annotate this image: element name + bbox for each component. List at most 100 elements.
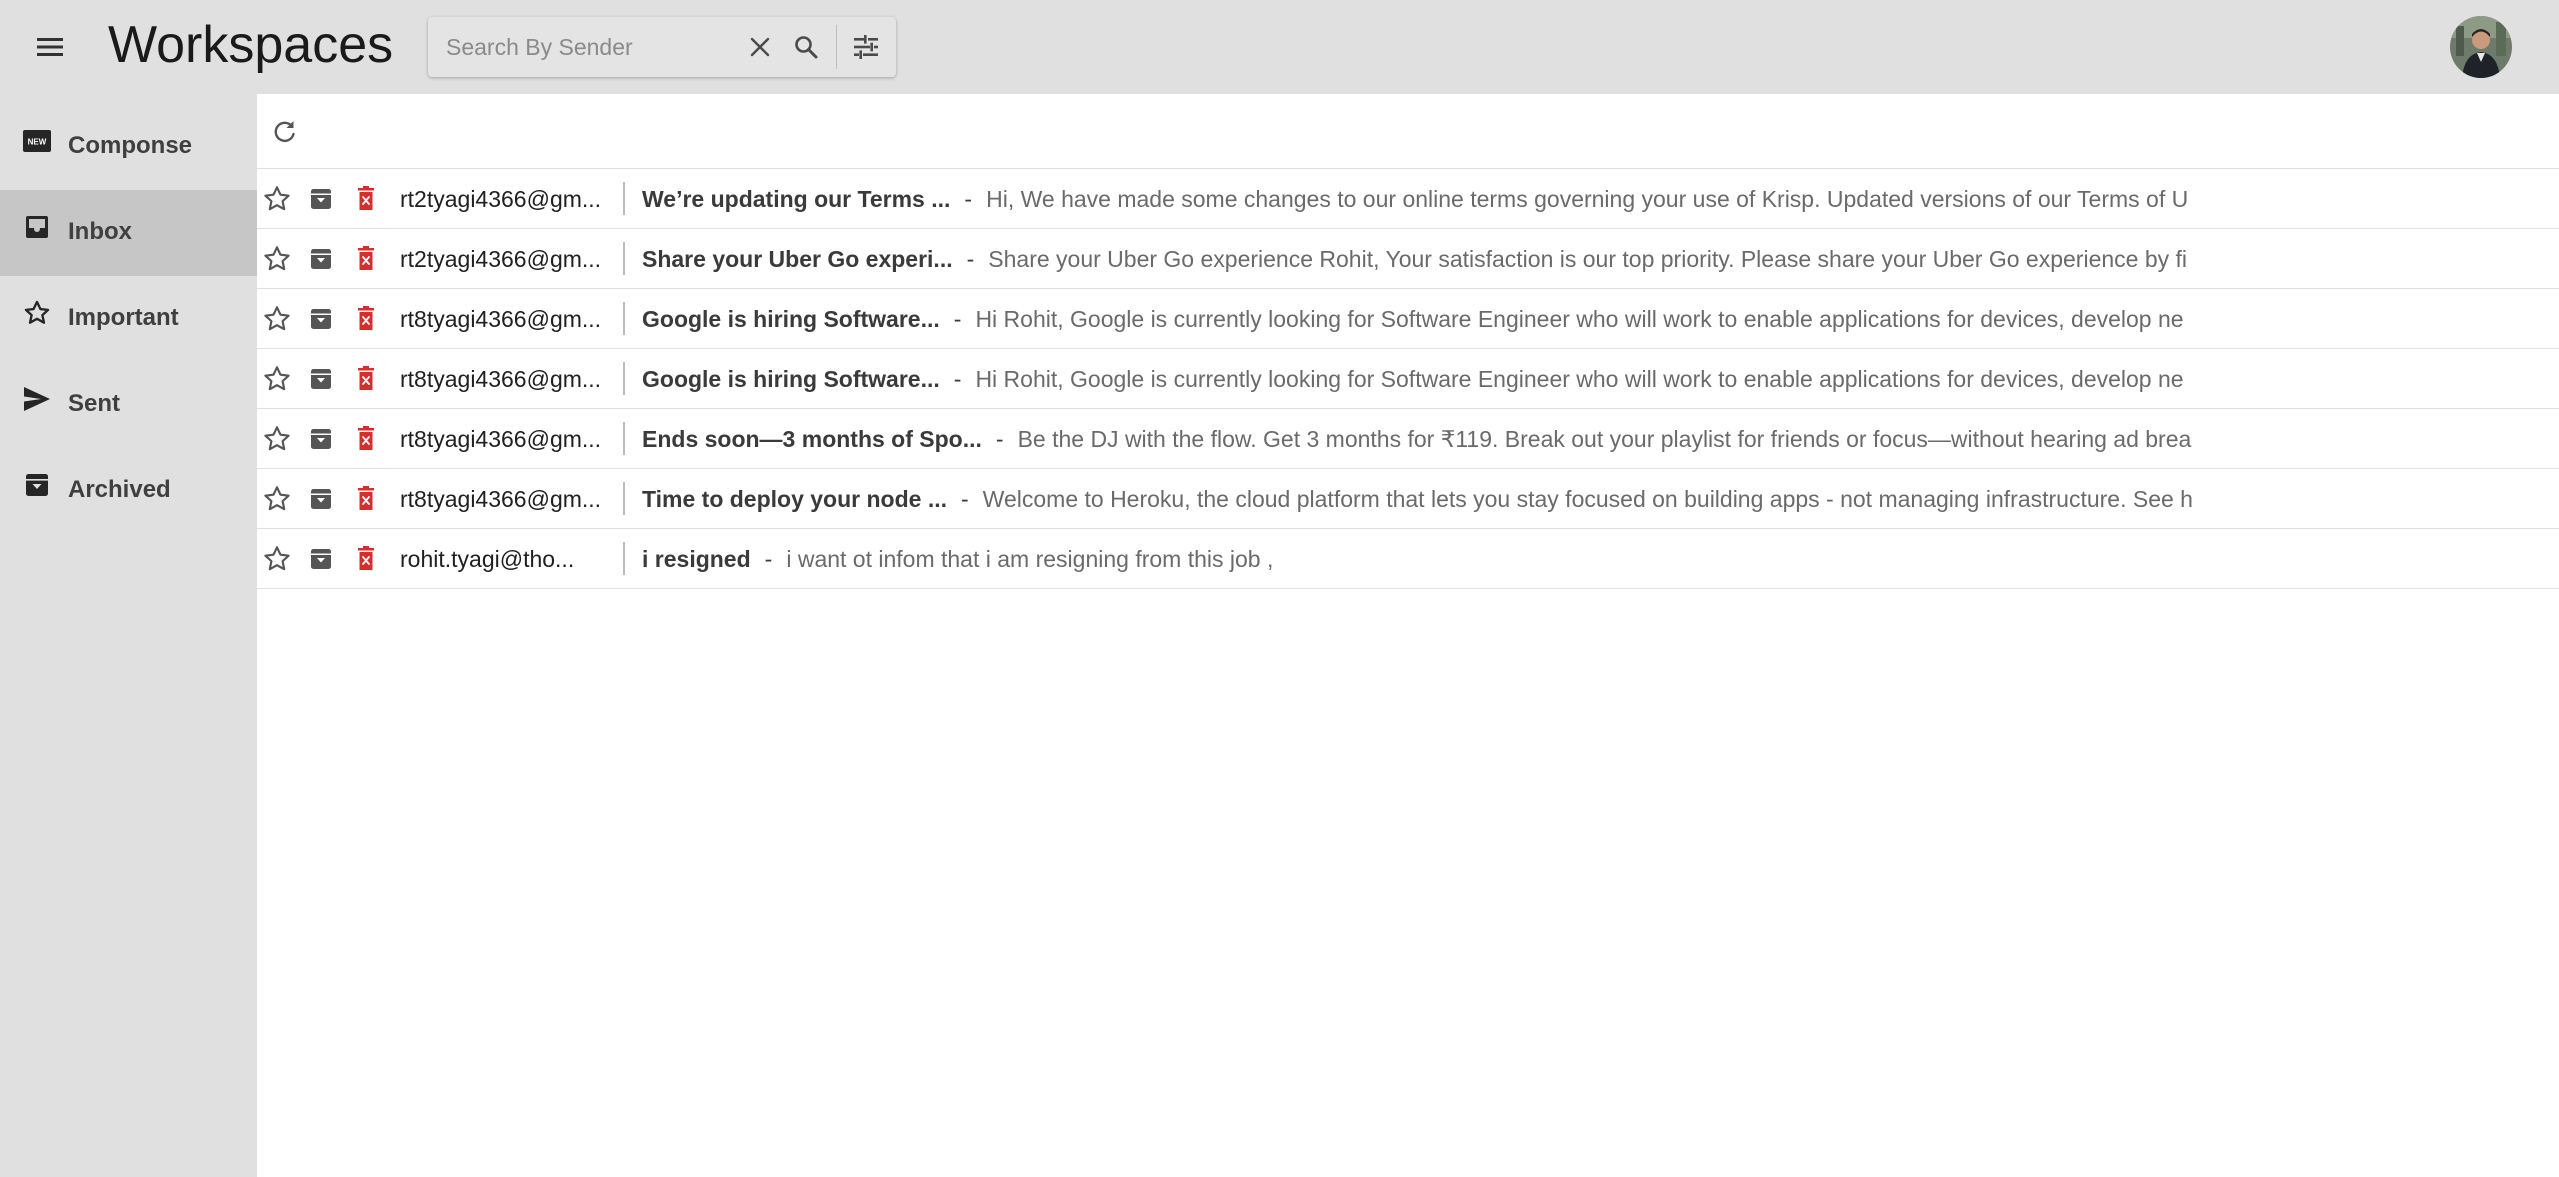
mail-sender: rt8tyagi4366@gm... — [400, 366, 602, 392]
svg-text:NEW: NEW — [28, 138, 47, 147]
mail-separator: - — [764, 546, 773, 572]
mail-subject: Time to deploy your node ... — [642, 486, 947, 512]
star-outline-icon[interactable] — [261, 423, 293, 455]
archive-icon[interactable] — [305, 363, 337, 395]
mail-subject: Share your Uber Go experi... — [642, 246, 953, 272]
delete-icon[interactable] — [350, 303, 382, 335]
search-divider — [836, 25, 837, 69]
sidebar-item-sent[interactable]: Sent — [0, 362, 257, 448]
mail-row[interactable]: rt8tyagi4366@gm... Time to deploy your n… — [257, 469, 2559, 529]
mail-preview: We’re updating our Terms ... - Hi, We have… — [642, 186, 2254, 213]
mail-row[interactable]: rt2tyagi4366@gm... We’re updating our Te… — [257, 169, 2559, 229]
star-outline-icon — [22, 298, 52, 328]
hamburger-menu-icon[interactable] — [26, 25, 74, 69]
mail-preview: i resigned - i want ot infom that i am res… — [642, 546, 2254, 573]
user-avatar[interactable] — [2450, 16, 2512, 78]
mail-preview: Time to deploy your node ... - Welcome to … — [642, 486, 2254, 513]
archive-icon[interactable] — [305, 183, 337, 215]
delete-icon[interactable] — [350, 243, 382, 275]
sidebar: NEW Componse Inbox Important Sent Archiv… — [0, 94, 257, 1177]
archive-icon[interactable] — [305, 303, 337, 335]
column-divider — [623, 182, 625, 215]
column-divider — [623, 422, 625, 455]
mail-snippet: Share your Uber Go experience Rohit, You… — [988, 246, 2188, 272]
star-outline-icon[interactable] — [261, 363, 293, 395]
mail-preview: Google is hiring Software... - Hi Rohit, G… — [642, 306, 2254, 333]
star-outline-icon[interactable] — [261, 483, 293, 515]
delete-icon[interactable] — [350, 363, 382, 395]
mail-row[interactable]: rt8tyagi4366@gm... Ends soon—3 months of… — [257, 409, 2559, 469]
inbox-icon — [22, 212, 52, 242]
sidebar-item-compose[interactable]: NEW Componse — [0, 104, 257, 190]
column-divider — [623, 542, 625, 575]
mail-row[interactable]: rohit.tyagi@tho... i resigned - i want ot … — [257, 529, 2559, 589]
mail-separator: - — [966, 246, 975, 272]
new-badge-icon: NEW — [22, 126, 52, 156]
sidebar-item-label: Inbox — [68, 218, 132, 245]
mail-toolbar — [257, 94, 2559, 169]
mail-sender: rt8tyagi4366@gm... — [400, 306, 602, 332]
sidebar-item-archived[interactable]: Archived — [0, 448, 257, 534]
mail-list: rt2tyagi4366@gm... We’re updating our Te… — [257, 169, 2559, 589]
mail-row[interactable]: rt8tyagi4366@gm... Google is hiring Soft… — [257, 289, 2559, 349]
archive-icon[interactable] — [305, 423, 337, 455]
mail-subject: i resigned — [642, 546, 751, 572]
mail-preview: Google is hiring Software... - Hi Rohit, G… — [642, 366, 2254, 393]
archive-icon[interactable] — [305, 483, 337, 515]
mail-sender: rt2tyagi4366@gm... — [400, 186, 602, 212]
search-icon[interactable] — [788, 29, 824, 65]
tune-icon[interactable] — [846, 29, 886, 65]
mail-separator: - — [964, 186, 973, 212]
delete-icon[interactable] — [350, 483, 382, 515]
mail-main: rt2tyagi4366@gm... We’re updating our Te… — [257, 94, 2559, 1177]
search-bar — [428, 17, 896, 77]
mail-snippet: Be the DJ with the flow. Get 3 months fo… — [1017, 426, 2192, 452]
mail-sender: rt2tyagi4366@gm... — [400, 246, 602, 272]
app-header: Workspaces — [0, 0, 2559, 94]
mail-snippet: Hi Rohit, Google is currently looking fo… — [975, 366, 2184, 392]
mail-subject: We’re updating our Terms ... — [642, 186, 951, 212]
delete-icon[interactable] — [350, 543, 382, 575]
mail-snippet: Hi Rohit, Google is currently looking fo… — [975, 306, 2184, 332]
mail-sender: rt8tyagi4366@gm... — [400, 486, 602, 512]
star-outline-icon[interactable] — [261, 243, 293, 275]
sidebar-item-label: Important — [68, 304, 179, 331]
mail-subject: Google is hiring Software... — [642, 306, 940, 332]
send-icon — [22, 384, 52, 414]
mail-snippet: Welcome to Heroku, the cloud platform th… — [982, 486, 2193, 512]
mail-separator: - — [953, 306, 962, 332]
star-outline-icon[interactable] — [261, 303, 293, 335]
star-outline-icon[interactable] — [261, 543, 293, 575]
delete-icon[interactable] — [350, 423, 382, 455]
mail-row[interactable]: rt8tyagi4366@gm... Google is hiring Soft… — [257, 349, 2559, 409]
mail-preview: Share your Uber Go experi... - Share your … — [642, 246, 2254, 273]
mail-subject: Google is hiring Software... — [642, 366, 940, 392]
mail-separator: - — [961, 486, 969, 512]
mail-sender: rohit.tyagi@tho... — [400, 546, 575, 572]
close-icon[interactable] — [742, 29, 778, 65]
mail-subject: Ends soon—3 months of Spo... — [642, 426, 982, 452]
sidebar-item-inbox[interactable]: Inbox — [0, 190, 257, 276]
app-title: Workspaces — [108, 16, 394, 74]
sidebar-item-label: Sent — [68, 390, 121, 417]
search-input[interactable] — [444, 27, 744, 67]
archive-icon — [22, 470, 52, 500]
mail-separator: - — [995, 426, 1004, 452]
refresh-icon[interactable] — [267, 114, 303, 150]
star-outline-icon[interactable] — [261, 183, 293, 215]
mail-sender: rt8tyagi4366@gm... — [400, 426, 602, 452]
delete-icon[interactable] — [350, 183, 382, 215]
mail-separator: - — [953, 366, 962, 392]
sidebar-item-label: Archived — [68, 476, 171, 503]
archive-icon[interactable] — [305, 543, 337, 575]
archive-icon[interactable] — [305, 243, 337, 275]
mail-row[interactable]: rt2tyagi4366@gm... Share your Uber Go ex… — [257, 229, 2559, 289]
column-divider — [623, 482, 625, 515]
mail-snippet: Hi, We have made some changes to our onl… — [986, 186, 2189, 212]
mail-preview: Ends soon—3 months of Spo... - Be the DJ w… — [642, 426, 2254, 453]
sidebar-item-label: Componse — [68, 132, 193, 159]
sidebar-item-important[interactable]: Important — [0, 276, 257, 362]
column-divider — [623, 242, 625, 275]
mail-snippet: i want ot infom that i am resigning from… — [786, 546, 1274, 572]
column-divider — [623, 302, 625, 335]
